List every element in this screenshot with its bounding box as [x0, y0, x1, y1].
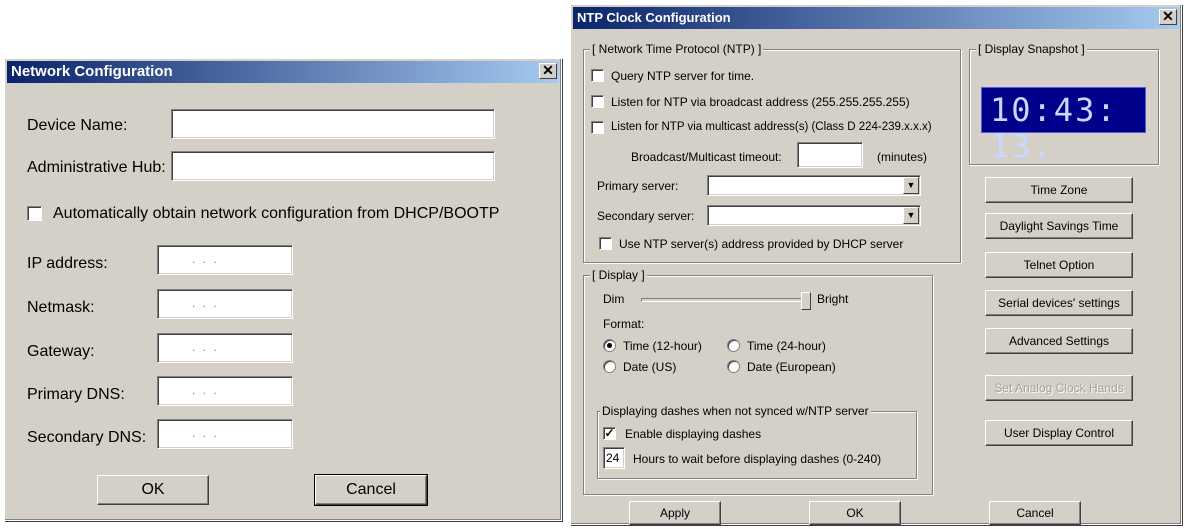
brightness-slider[interactable] [641, 292, 811, 310]
netmask-label: Netmask: [27, 299, 95, 316]
network-configuration-dialog: Network Configuration ✕ Device Name: Adm… [4, 58, 562, 521]
apply-button[interactable]: Apply [629, 501, 721, 525]
close-icon[interactable]: ✕ [1159, 9, 1177, 25]
gateway-field[interactable]: . . . [157, 333, 293, 363]
secondary-server-select[interactable]: ▼ [707, 205, 921, 226]
date-us-label: Date (US) [623, 360, 677, 374]
device-name-label: Device Name: [27, 117, 128, 134]
display-group-legend: [ Display ] [590, 268, 647, 282]
dim-label: Dim [603, 292, 625, 306]
ntp-dhcp-label: Use NTP server(s) address provided by DH… [619, 237, 904, 251]
administrative-hub-field[interactable] [171, 151, 495, 181]
gateway-dots: . . . [192, 340, 219, 354]
date-us-radio[interactable] [603, 360, 616, 373]
chevron-down-icon[interactable]: ▼ [903, 207, 919, 224]
secondary-dns-field[interactable]: . . . [157, 419, 293, 449]
network-ok-button[interactable]: OK [97, 475, 209, 505]
network-cancel-button[interactable]: Cancel [314, 474, 428, 506]
time-24-hour-radio[interactable] [727, 339, 740, 352]
netmask-dots: . . . [192, 296, 219, 310]
daylight-savings-button[interactable]: Daylight Savings Time [985, 213, 1133, 239]
bright-label: Bright [817, 292, 849, 306]
display-snapshot-legend: [ Display Snapshot ] [976, 42, 1087, 56]
timeout-field[interactable] [797, 142, 863, 168]
gateway-label: Gateway: [27, 343, 95, 360]
dhcp-bootp-checkbox[interactable] [27, 206, 42, 221]
date-european-label: Date (European) [747, 360, 836, 374]
ntp-clock-configuration-dialog: NTP Clock Configuration ✕ [ Network Time… [570, 4, 1182, 525]
device-name-field[interactable] [171, 109, 495, 139]
time-12-hour-radio[interactable] [603, 339, 616, 352]
time-zone-button[interactable]: Time Zone [985, 177, 1133, 203]
primary-dns-field[interactable]: . . . [157, 376, 293, 406]
ntp-dialog-titlebar[interactable]: NTP Clock Configuration ✕ [573, 7, 1179, 29]
close-icon[interactable]: ✕ [539, 63, 557, 79]
ntp-dialog-title: NTP Clock Configuration [577, 10, 731, 25]
ntp-dhcp-checkbox[interactable] [599, 237, 612, 250]
user-display-control-button[interactable]: User Display Control [985, 420, 1133, 446]
ntp-cancel-button[interactable]: Cancel [989, 501, 1081, 525]
broadcast-checkbox[interactable] [591, 95, 604, 108]
brightness-slider-track [641, 298, 811, 302]
broadcast-label: Listen for NTP via broadcast address (25… [611, 95, 910, 109]
advanced-settings-button[interactable]: Advanced Settings [985, 328, 1133, 354]
primary-dns-dots: . . . [192, 383, 219, 397]
ntp-group-legend: [ Network Time Protocol (NTP) ] [590, 42, 764, 56]
ip-address-field[interactable]: . . . [157, 245, 293, 275]
format-label: Format: [603, 317, 645, 331]
brightness-slider-thumb[interactable] [801, 292, 811, 310]
ntp-ok-button[interactable]: OK [809, 501, 901, 525]
query-ntp-label: Query NTP server for time. [611, 69, 755, 83]
telnet-option-button[interactable]: Telnet Option [985, 252, 1133, 278]
chevron-down-icon[interactable]: ▼ [903, 177, 919, 194]
date-european-radio[interactable] [727, 360, 740, 373]
timeout-label: Broadcast/Multicast timeout: [631, 150, 782, 164]
time-12-hour-label: Time (12-hour) [623, 339, 702, 353]
clock-display: 10:43: 13. [981, 87, 1146, 164]
ip-address-label: IP address: [27, 255, 108, 272]
time-24-hour-label: Time (24-hour) [747, 339, 826, 353]
dhcp-bootp-label: Automatically obtain network configurati… [53, 205, 500, 222]
ip-address-dots: . . . [192, 252, 219, 266]
netmask-field[interactable]: . . . [157, 289, 293, 319]
primary-server-select[interactable]: ▼ [707, 175, 921, 196]
administrative-hub-label: Administrative Hub: [27, 159, 166, 176]
enable-dashes-label: Enable displaying dashes [625, 427, 762, 441]
primary-server-label: Primary server: [597, 179, 679, 193]
query-ntp-checkbox[interactable] [591, 69, 604, 82]
clock-display-time: 10:43: 13. [990, 91, 1118, 165]
secondary-dns-label: Secondary DNS: [27, 429, 147, 446]
multicast-checkbox[interactable] [591, 121, 604, 134]
network-dialog-title: Network Configuration [11, 63, 173, 80]
dashes-group-legend: Displaying dashes when not synced w/NTP … [600, 404, 871, 418]
set-analog-clock-hands-button[interactable]: Set Analog Clock Hands [985, 375, 1133, 401]
dashes-group: Displaying dashes when not synced w/NTP … [597, 404, 917, 479]
serial-devices-button[interactable]: Serial devices' settings [985, 290, 1133, 316]
secondary-server-label: Secondary server: [597, 209, 695, 223]
hours-wait-field[interactable]: 24 [603, 447, 625, 469]
network-dialog-titlebar[interactable]: Network Configuration ✕ [7, 61, 559, 83]
enable-dashes-checkbox[interactable]: ✓ [603, 427, 616, 440]
minutes-label: (minutes) [877, 150, 928, 164]
hours-wait-label: Hours to wait before displaying dashes (… [633, 452, 882, 466]
multicast-label: Listen for NTP via multicast address(s) … [611, 121, 932, 133]
secondary-dns-dots: . . . [192, 426, 219, 440]
primary-dns-label: Primary DNS: [27, 386, 125, 403]
